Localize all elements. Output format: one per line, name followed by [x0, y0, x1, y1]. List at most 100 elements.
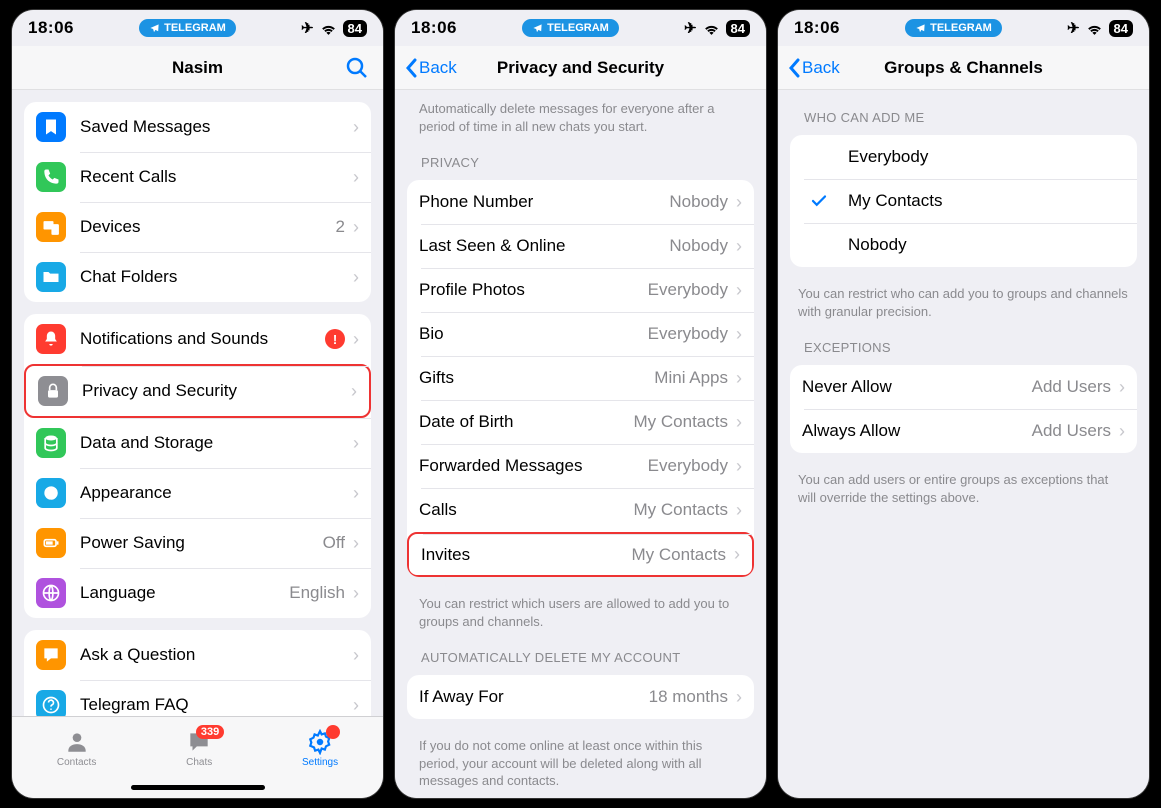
check-icon	[804, 192, 834, 210]
row-value: Nobody	[669, 192, 728, 212]
option-my-contacts[interactable]: My Contacts	[790, 179, 1137, 223]
tab-bar: Contacts 339 Chats Settings	[12, 716, 383, 776]
privacy-row-date-of-birth[interactable]: Date of BirthMy Contacts›	[407, 400, 754, 444]
exceptions-footer: You can add users or entire groups as ex…	[790, 465, 1137, 506]
tab-settings[interactable]: Settings	[302, 729, 338, 768]
privacy-row-gifts[interactable]: GiftsMini Apps›	[407, 356, 754, 400]
battery-level: 84	[726, 20, 750, 37]
chevron-right-icon: ›	[353, 433, 359, 454]
privacy-row-profile-photos[interactable]: Profile PhotosEverybody›	[407, 268, 754, 312]
privacy-row-invites[interactable]: InvitesMy Contacts›	[407, 532, 754, 577]
row-label: Chat Folders	[80, 267, 351, 287]
status-bar: 18:06 TELEGRAM ✈︎ 84	[12, 10, 383, 46]
status-time: 18:06	[28, 18, 74, 38]
row-label: Telegram FAQ	[80, 695, 351, 715]
chevron-right-icon: ›	[736, 412, 742, 433]
battery-icon	[36, 528, 66, 558]
devices-icon	[36, 212, 66, 242]
battery-level: 84	[1109, 20, 1133, 37]
chevron-right-icon: ›	[736, 500, 742, 521]
telegram-pill: TELEGRAM	[139, 19, 236, 37]
settings-row-chat-folders[interactable]: Chat Folders›	[24, 252, 371, 302]
status-time: 18:06	[794, 18, 840, 38]
exception-row-never-allow[interactable]: Never AllowAdd Users›	[790, 365, 1137, 409]
chevron-right-icon: ›	[353, 217, 359, 238]
chevron-right-icon: ›	[353, 533, 359, 554]
tab-contacts[interactable]: Contacts	[57, 729, 96, 768]
privacy-row-bio[interactable]: BioEverybody›	[407, 312, 754, 356]
exception-row-always-allow[interactable]: Always AllowAdd Users›	[790, 409, 1137, 453]
auto-delete-footer: Automatically delete messages for everyo…	[407, 96, 754, 135]
settings-row-telegram-faq[interactable]: Telegram FAQ›	[24, 680, 371, 716]
settings-row-recent-calls[interactable]: Recent Calls›	[24, 152, 371, 202]
lock-icon	[38, 376, 68, 406]
phone-groups: 18:06 TELEGRAM ✈︎ 84 Back Groups & Chann…	[778, 10, 1149, 798]
settings-row-notifications-and-sounds[interactable]: Notifications and Sounds!›	[24, 314, 371, 364]
chevron-right-icon: ›	[736, 324, 742, 345]
page-title: Groups & Channels	[884, 58, 1043, 78]
settings-row-devices[interactable]: Devices2›	[24, 202, 371, 252]
privacy-row-calls[interactable]: CallsMy Contacts›	[407, 488, 754, 532]
chevron-right-icon: ›	[1119, 377, 1125, 398]
wifi-icon	[1086, 22, 1103, 35]
row-value: Add Users	[1032, 421, 1111, 441]
chevron-right-icon: ›	[736, 368, 742, 389]
row-value: Everybody	[648, 456, 728, 476]
tab-chats[interactable]: 339 Chats	[186, 729, 212, 768]
privacy-row-phone-number[interactable]: Phone NumberNobody›	[407, 180, 754, 224]
back-button[interactable]: Back	[788, 58, 840, 78]
settings-row-privacy-and-security[interactable]: Privacy and Security›	[24, 364, 371, 418]
row-label: Notifications and Sounds	[80, 329, 325, 349]
privacy-header: PRIVACY	[407, 135, 754, 176]
row-label: Calls	[419, 500, 634, 520]
chevron-right-icon: ›	[353, 167, 359, 188]
nav-bar: Back Privacy and Security	[395, 46, 766, 90]
back-button[interactable]: Back	[405, 58, 457, 78]
row-value: Off	[323, 533, 345, 553]
nav-bar: Nasim	[12, 46, 383, 90]
page-title: Privacy and Security	[497, 58, 664, 78]
option-everybody[interactable]: Everybody	[790, 135, 1137, 179]
chevron-right-icon: ›	[353, 483, 359, 504]
chat-icon	[36, 640, 66, 670]
status-icons: ✈︎ 84	[1067, 19, 1133, 37]
settings-row-data-and-storage[interactable]: Data and Storage›	[24, 418, 371, 468]
chevron-right-icon: ›	[736, 687, 742, 708]
half-icon	[36, 478, 66, 508]
who-can-add-header: WHO CAN ADD ME	[790, 90, 1137, 131]
chevron-right-icon: ›	[734, 544, 740, 565]
settings-row-saved-messages[interactable]: Saved Messages›	[24, 102, 371, 152]
nav-bar: Back Groups & Channels	[778, 46, 1149, 90]
phone-icon	[36, 162, 66, 192]
row-label: Saved Messages	[80, 117, 351, 137]
if-away-row[interactable]: If Away For 18 months ›	[407, 675, 754, 719]
row-label: Power Saving	[80, 533, 323, 553]
groups-content: WHO CAN ADD ME Everybody My ContactsNobod…	[778, 90, 1149, 798]
faq-icon	[36, 690, 66, 716]
settings-row-appearance[interactable]: Appearance›	[24, 468, 371, 518]
globe-icon	[36, 578, 66, 608]
settings-row-power-saving[interactable]: Power SavingOff ›	[24, 518, 371, 568]
status-icons: ✈︎ 84	[684, 19, 750, 37]
chats-badge: 339	[196, 725, 224, 739]
option-label: Everybody	[848, 147, 1125, 167]
settings-row-ask-a-question[interactable]: Ask a Question›	[24, 630, 371, 680]
away-footer: If you do not come online at least once …	[407, 731, 754, 790]
who-footer: You can restrict who can add you to grou…	[790, 279, 1137, 320]
option-nobody[interactable]: Nobody	[790, 223, 1137, 267]
privacy-row-forwarded-messages[interactable]: Forwarded MessagesEverybody›	[407, 444, 754, 488]
chevron-right-icon: ›	[353, 695, 359, 716]
search-button[interactable]	[345, 56, 369, 80]
chevron-right-icon: ›	[736, 236, 742, 257]
telegram-pill: TELEGRAM	[905, 19, 1002, 37]
folder-icon	[36, 262, 66, 292]
airplane-icon: ✈︎	[1067, 19, 1080, 37]
wifi-icon	[703, 22, 720, 35]
row-value: My Contacts	[632, 545, 726, 565]
privacy-row-last-seen-online[interactable]: Last Seen & OnlineNobody›	[407, 224, 754, 268]
battery-level: 84	[343, 20, 367, 37]
row-label: Never Allow	[802, 377, 1032, 397]
alert-badge: !	[325, 329, 345, 349]
settings-row-language[interactable]: LanguageEnglish›	[24, 568, 371, 618]
phone-privacy: 18:06 TELEGRAM ✈︎ 84 Back Privacy and Se…	[395, 10, 766, 798]
